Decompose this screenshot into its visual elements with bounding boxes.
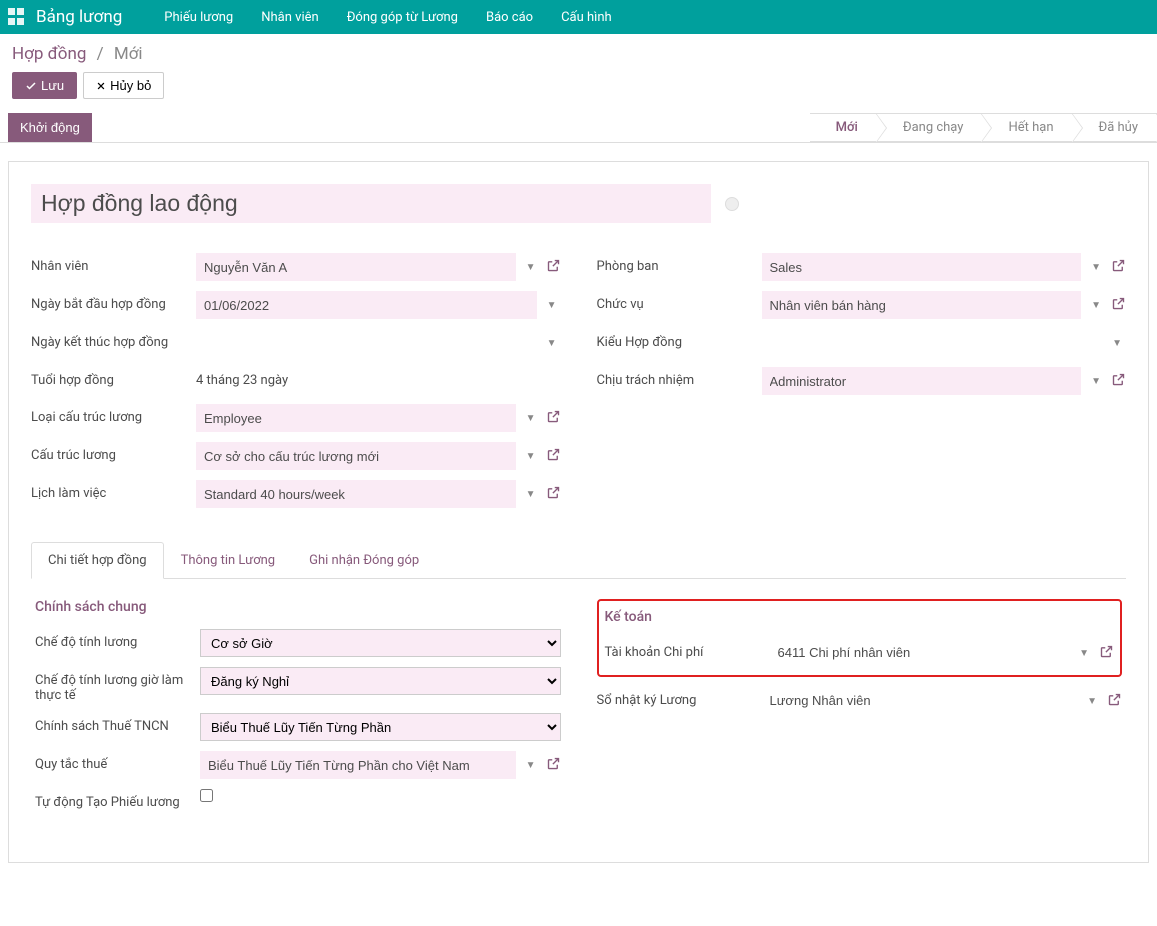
journal-external-link-icon[interactable] (1107, 692, 1122, 711)
employee-field[interactable] (196, 253, 516, 281)
label-auto-gen: Tự động Tạo Phiếu lương (35, 789, 200, 810)
structure-type-field[interactable] (196, 404, 516, 432)
department-field[interactable] (762, 253, 1082, 281)
check-icon (25, 80, 37, 92)
responsible-external-link-icon[interactable] (1111, 372, 1126, 391)
breadcrumb: Hợp đồng / Mới (12, 44, 1145, 64)
end-date-field[interactable] (196, 329, 537, 357)
label-end-date: Ngày kết thúc hợp đồng (31, 329, 196, 350)
save-button[interactable]: Lưu (12, 72, 77, 99)
discard-button-label: Hủy bỏ (110, 78, 151, 93)
chevron-down-icon[interactable]: ▼ (1108, 338, 1126, 349)
apps-icon[interactable] (8, 8, 26, 26)
label-actual-mode: Chế độ tính lương giờ làm thực tế (35, 667, 200, 703)
label-expense-account: Tài khoản Chi phí (605, 639, 770, 660)
job-position-field[interactable] (762, 291, 1082, 319)
nav-payslips[interactable]: Phiếu lương (150, 0, 247, 34)
contract-age-value: 4 tháng 23 ngày (196, 367, 288, 394)
save-button-label: Lưu (41, 78, 64, 93)
tab-contributions[interactable]: Ghi nhận Đóng góp (292, 542, 436, 579)
chevron-down-icon[interactable]: ▼ (522, 413, 540, 424)
start-date-field[interactable] (196, 291, 537, 319)
employee-external-link-icon[interactable] (546, 258, 561, 277)
label-responsible: Chịu trách nhiệm (597, 367, 762, 388)
auto-generate-payslip-checkbox[interactable] (200, 789, 213, 802)
chevron-down-icon[interactable]: ▼ (522, 489, 540, 500)
discard-button[interactable]: Hủy bỏ (83, 72, 164, 99)
stage-expired[interactable]: Hết hạn (982, 113, 1072, 142)
hr-responsible-field[interactable] (762, 367, 1082, 395)
statusbar-action-button[interactable]: Khởi động (8, 113, 92, 142)
schedule-external-link-icon[interactable] (546, 485, 561, 504)
label-struct-type: Loại cấu trúc lương (31, 404, 196, 425)
chevron-down-icon[interactable]: ▼ (1087, 376, 1105, 387)
label-contract-age: Tuổi hợp đồng (31, 367, 196, 388)
nav-contributions[interactable]: Đóng góp từ Lương (333, 0, 472, 34)
struct-type-external-link-icon[interactable] (546, 409, 561, 428)
tax-rule-field[interactable] (200, 751, 516, 779)
tax-rule-external-link-icon[interactable] (546, 756, 561, 775)
chevron-down-icon[interactable]: ▼ (522, 262, 540, 273)
nav-reports[interactable]: Báo cáo (472, 0, 547, 34)
payroll-journal-field[interactable] (762, 687, 1078, 715)
close-icon (96, 81, 106, 91)
label-job: Chức vụ (597, 291, 762, 312)
chevron-down-icon[interactable]: ▼ (1075, 648, 1093, 659)
chevron-down-icon[interactable]: ▼ (543, 300, 561, 311)
label-schedule: Lịch làm việc (31, 480, 196, 501)
form-sheet: Nhân viên ▼ Ngày bắt đầu hợp đồng ▼ Ngày… (8, 161, 1149, 863)
label-start-date: Ngày bắt đầu hợp đồng (31, 291, 196, 312)
chevron-down-icon[interactable]: ▼ (1087, 300, 1105, 311)
actual-hours-mode-select[interactable]: Đăng ký Nghỉ (200, 667, 561, 695)
breadcrumb-separator: / (97, 44, 104, 64)
nav-config[interactable]: Cấu hình (547, 0, 626, 34)
label-tax-rule: Quy tắc thuế (35, 751, 200, 772)
breadcrumb-root[interactable]: Hợp đồng (12, 44, 86, 64)
chevron-down-icon[interactable]: ▼ (543, 338, 561, 349)
label-employee: Nhân viên (31, 253, 196, 274)
chevron-down-icon[interactable]: ▼ (1083, 696, 1101, 707)
notebook-tabs: Chi tiết hợp đồng Thông tin Lương Ghi nh… (31, 542, 1126, 579)
struct-external-link-icon[interactable] (546, 447, 561, 466)
tab-salary-info[interactable]: Thông tin Lương (164, 542, 293, 579)
chevron-down-icon[interactable]: ▼ (1087, 262, 1105, 273)
chevron-down-icon[interactable]: ▼ (522, 760, 540, 771)
contract-type-field[interactable] (762, 329, 1103, 357)
top-nav: Bảng lương Phiếu lương Nhân viên Đóng gó… (0, 0, 1157, 34)
label-wage-mode: Chế độ tính lương (35, 629, 200, 650)
stage-running[interactable]: Đang chạy (877, 113, 983, 142)
label-department: Phòng ban (597, 253, 762, 274)
statusbar: Khởi động Mới Đang chạy Hết hạn Đã hủy (0, 113, 1157, 143)
kanban-state-icon[interactable] (725, 197, 739, 211)
label-pit-policy: Chính sách Thuế TNCN (35, 713, 200, 734)
salary-structure-field[interactable] (196, 442, 516, 470)
chevron-down-icon[interactable]: ▼ (522, 451, 540, 462)
department-external-link-icon[interactable] (1111, 258, 1126, 277)
nav-employees[interactable]: Nhân viên (247, 0, 332, 34)
tab-contract-details[interactable]: Chi tiết hợp đồng (31, 542, 164, 579)
section-general-policy: Chính sách chung (35, 599, 561, 615)
stage-cancelled[interactable]: Đã hủy (1073, 113, 1157, 142)
section-accounting: Kế toán (605, 609, 1115, 625)
breadcrumb-current: Mới (114, 44, 143, 64)
job-external-link-icon[interactable] (1111, 296, 1126, 315)
label-struct: Cấu trúc lương (31, 442, 196, 463)
stage-new[interactable]: Mới (810, 113, 877, 142)
label-contract-type: Kiểu Hợp đồng (597, 329, 762, 350)
wage-mode-select[interactable]: Cơ sở Giờ (200, 629, 561, 657)
accounting-highlight-box: Kế toán Tài khoản Chi phí ▼ (597, 599, 1123, 677)
contract-name-input[interactable] (31, 184, 711, 223)
app-name[interactable]: Bảng lương (36, 7, 122, 27)
expense-account-field[interactable] (770, 639, 1070, 667)
pit-policy-select[interactable]: Biểu Thuế Lũy Tiến Từng Phần (200, 713, 561, 741)
working-schedule-field[interactable] (196, 480, 516, 508)
expense-account-external-link-icon[interactable] (1099, 644, 1114, 663)
label-payroll-journal: Sổ nhật ký Lương (597, 687, 762, 708)
